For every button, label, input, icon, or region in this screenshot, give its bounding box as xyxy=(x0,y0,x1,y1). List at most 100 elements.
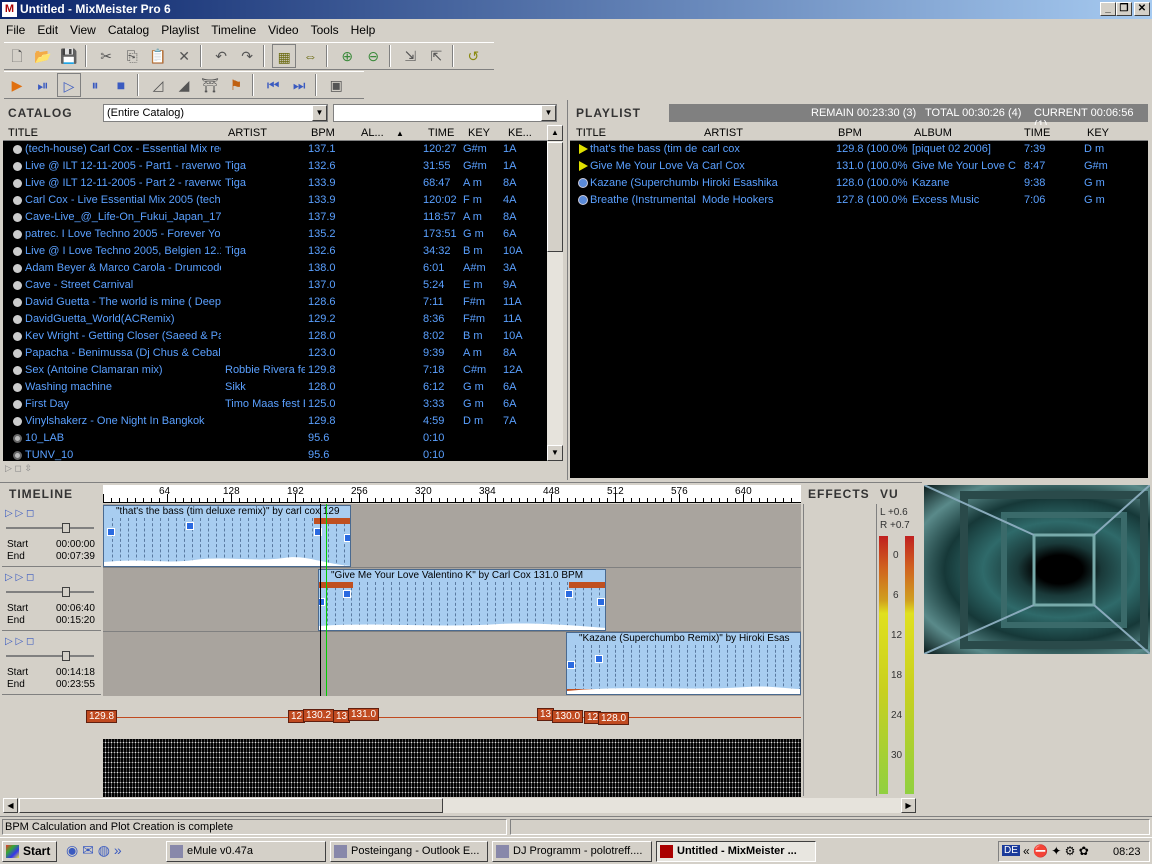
track-2-clip[interactable]: "Give Me Your Love Valentino K" by Carl … xyxy=(318,569,606,631)
col-artist[interactable]: ARTIST xyxy=(228,127,267,139)
new-icon[interactable]: 🗋 xyxy=(5,44,29,68)
catalog-row[interactable]: David Guetta - The world is mine ( Deep … xyxy=(3,294,547,311)
col-key-code[interactable]: KE... xyxy=(508,127,532,139)
menu-video[interactable]: Video xyxy=(262,20,304,40)
col-key[interactable]: KEY xyxy=(468,127,490,139)
menu-playlist[interactable]: Playlist xyxy=(155,20,205,40)
marker-icon[interactable]: ⇲ xyxy=(398,44,422,68)
catalog-row[interactable]: Papacha - Benimussa (Dj Chus & Ceballos 1… xyxy=(3,345,547,362)
catalog-search-input[interactable]: ▼ xyxy=(333,104,557,122)
playhead-line[interactable] xyxy=(320,504,321,696)
menu-catalog[interactable]: Catalog xyxy=(102,20,155,40)
pl-col-key[interactable]: KEY xyxy=(1087,127,1109,139)
paste-icon[interactable]: 📋 xyxy=(146,44,170,68)
catalog-row[interactable]: Kev Wright - Getting Closer (Saeed & Pal… xyxy=(3,328,547,345)
menu-help[interactable]: Help xyxy=(345,20,382,40)
play-icon[interactable]: ▶ xyxy=(5,73,29,97)
cut-icon[interactable]: ✂ xyxy=(94,44,118,68)
undo-icon[interactable]: ↶ xyxy=(209,44,233,68)
play-track-icon[interactable]: ▷ xyxy=(57,73,81,97)
bpm-marker[interactable]: 129.8 xyxy=(86,710,118,723)
catalog-row[interactable]: 10_LAB 95.6 0:10 xyxy=(3,430,547,447)
copy-icon[interactable]: ⎘ xyxy=(120,44,144,68)
track-1-clip[interactable]: "that's the bass (tim deluxe remix)" by … xyxy=(103,505,351,567)
zoom-out-icon[interactable]: ⊖ xyxy=(361,44,385,68)
clip-handle[interactable] xyxy=(565,590,573,598)
catalog-row[interactable]: TUNV_10 95.6 0:10 xyxy=(3,447,547,461)
playlist-row[interactable]: Give Me Your Love Va Carl Cox 131.0 (100.0… xyxy=(570,158,1148,175)
catalog-row[interactable]: Live @ ILT 12-11-2005 - Part 2 - raverwo… xyxy=(3,175,547,192)
menu-view[interactable]: View xyxy=(64,20,102,40)
maximize-button[interactable]: ❐ xyxy=(1116,2,1132,16)
loop-icon[interactable]: ↺ xyxy=(461,44,485,68)
slider-thumb[interactable] xyxy=(62,523,70,533)
catalog-row[interactable]: Washing machine Sikk 128.0 6:12 G m 6A xyxy=(3,379,547,396)
pl-col-artist[interactable]: ARTIST xyxy=(704,127,743,139)
clip-handle[interactable] xyxy=(186,522,194,530)
pl-col-time[interactable]: TIME xyxy=(1024,127,1050,139)
catalog-filter-dropdown[interactable]: (Entire Catalog) ▼ xyxy=(103,104,328,122)
catalog-row[interactable]: First Day Timo Maas fest E 125.0 3:33 G m 6A xyxy=(3,396,547,413)
pl-col-bpm[interactable]: BPM xyxy=(838,127,862,139)
col-time[interactable]: TIME xyxy=(428,127,454,139)
scroll-thumb[interactable] xyxy=(547,142,563,252)
scroll-thumb[interactable] xyxy=(19,798,443,813)
clip-handle[interactable] xyxy=(107,528,115,536)
taskbar-item-outlook[interactable]: Posteingang - Outlook E... xyxy=(330,841,488,862)
clip-handle[interactable] xyxy=(567,661,575,669)
fit-icon[interactable]: ⇔ xyxy=(298,44,322,68)
clip-handle[interactable] xyxy=(595,655,603,663)
taskbar-item-emule[interactable]: eMule v0.47a xyxy=(166,841,326,862)
prev-track-icon[interactable]: ⏮ xyxy=(261,73,285,97)
bpm-marker[interactable]: 131.0 xyxy=(348,708,380,721)
minimize-button[interactable]: _ xyxy=(1100,2,1116,16)
catalog-row[interactable]: patrec. I Love Techno 2005 - Forever Yo 1… xyxy=(3,226,547,243)
track-transport-icons[interactable]: ▷ ▷ ◻ xyxy=(5,572,34,583)
col-album[interactable]: AL... xyxy=(361,127,384,139)
scroll-right-icon[interactable]: ▶ xyxy=(901,798,916,813)
bpm-lane[interactable] xyxy=(103,697,801,737)
start-button[interactable]: Start xyxy=(2,841,57,862)
catalog-row[interactable]: Sex (Antoine Clamaran mix) Robbie Rivera … xyxy=(3,362,547,379)
clip-handle[interactable] xyxy=(343,590,351,598)
catalog-row[interactable]: DavidGuetta_World(ACRemix) 129.2 8:36 F#m 11… xyxy=(3,311,547,328)
redo-icon[interactable]: ↷ xyxy=(235,44,259,68)
save-icon[interactable]: 💾 xyxy=(57,44,81,68)
catalog-row[interactable]: (tech-house) Carl Cox - Essential Mix re… xyxy=(3,141,547,158)
pause-icon[interactable]: ⏸ xyxy=(83,73,107,97)
bpm-marker[interactable]: 128.0 xyxy=(598,712,630,725)
playlist-row[interactable]: Kazane (Superchumbo Hiroki Esashika 128.0 … xyxy=(570,175,1148,192)
catalog-scrollbar[interactable]: ▲ ▼ xyxy=(547,125,563,461)
col-bpm[interactable]: BPM xyxy=(311,127,335,139)
timeline-ruler[interactable]: 64 128 192 256 320 384 448 512 576 640 xyxy=(103,485,801,503)
cue-line[interactable] xyxy=(326,504,327,696)
catalog-row[interactable]: Live @ ILT 12-11-2005 - Part1 - raverwo T… xyxy=(3,158,547,175)
catalog-row[interactable]: Adam Beyer & Marco Carola - Drumcode 138.… xyxy=(3,260,547,277)
catalog-row[interactable]: Live @ I Love Techno 2005, Belgien 12.1 T… xyxy=(3,243,547,260)
stop-icon[interactable]: ■ xyxy=(109,73,133,97)
eq-icon[interactable]: ⛩ xyxy=(198,73,222,97)
taskbar-item-browser[interactable]: DJ Programm - polotreff.... xyxy=(492,841,652,862)
catalog-row[interactable]: Vinylshakerz - One Night In Bangkok 129.8… xyxy=(3,413,547,430)
pl-col-album[interactable]: ALBUM xyxy=(914,127,952,139)
catalog-row[interactable]: Carl Cox - Live Essential Mix 2005 (tech… xyxy=(3,192,547,209)
menu-tools[interactable]: Tools xyxy=(305,20,345,40)
menu-file[interactable]: File xyxy=(0,20,31,40)
taskbar-item-mixmeister[interactable]: Untitled - MixMeister ... xyxy=(656,841,816,862)
slider-thumb[interactable] xyxy=(62,651,70,661)
effects-icon[interactable]: ⚑ xyxy=(224,73,248,97)
track-3-clip[interactable]: "Kazane (Superchumbo Remix)" by Hiroki E… xyxy=(566,632,801,695)
record-icon[interactable]: ▣ xyxy=(324,73,348,97)
track-transport-icons[interactable]: ▷ ▷ ◻ xyxy=(5,508,34,519)
playlist-row[interactable]: Breathe (Instrumental Mode Hookers 127.8 (… xyxy=(570,192,1148,209)
playlist-row[interactable]: that's the bass (tim de carl cox 129.8 (10… xyxy=(570,141,1148,158)
tray-icons[interactable]: « ⛔ ✦ ⚙ ✿ xyxy=(1023,844,1089,858)
language-indicator[interactable]: DE xyxy=(1002,845,1020,856)
clip-handle[interactable] xyxy=(597,598,605,606)
clip-handle[interactable] xyxy=(344,534,350,542)
slider-thumb[interactable] xyxy=(62,587,70,597)
chevron-down-icon[interactable]: ▼ xyxy=(312,105,327,121)
marker-2-icon[interactable]: ⇱ xyxy=(424,44,448,68)
next-track-icon[interactable]: ⏭ xyxy=(287,73,311,97)
scroll-left-icon[interactable]: ◀ xyxy=(3,798,18,813)
